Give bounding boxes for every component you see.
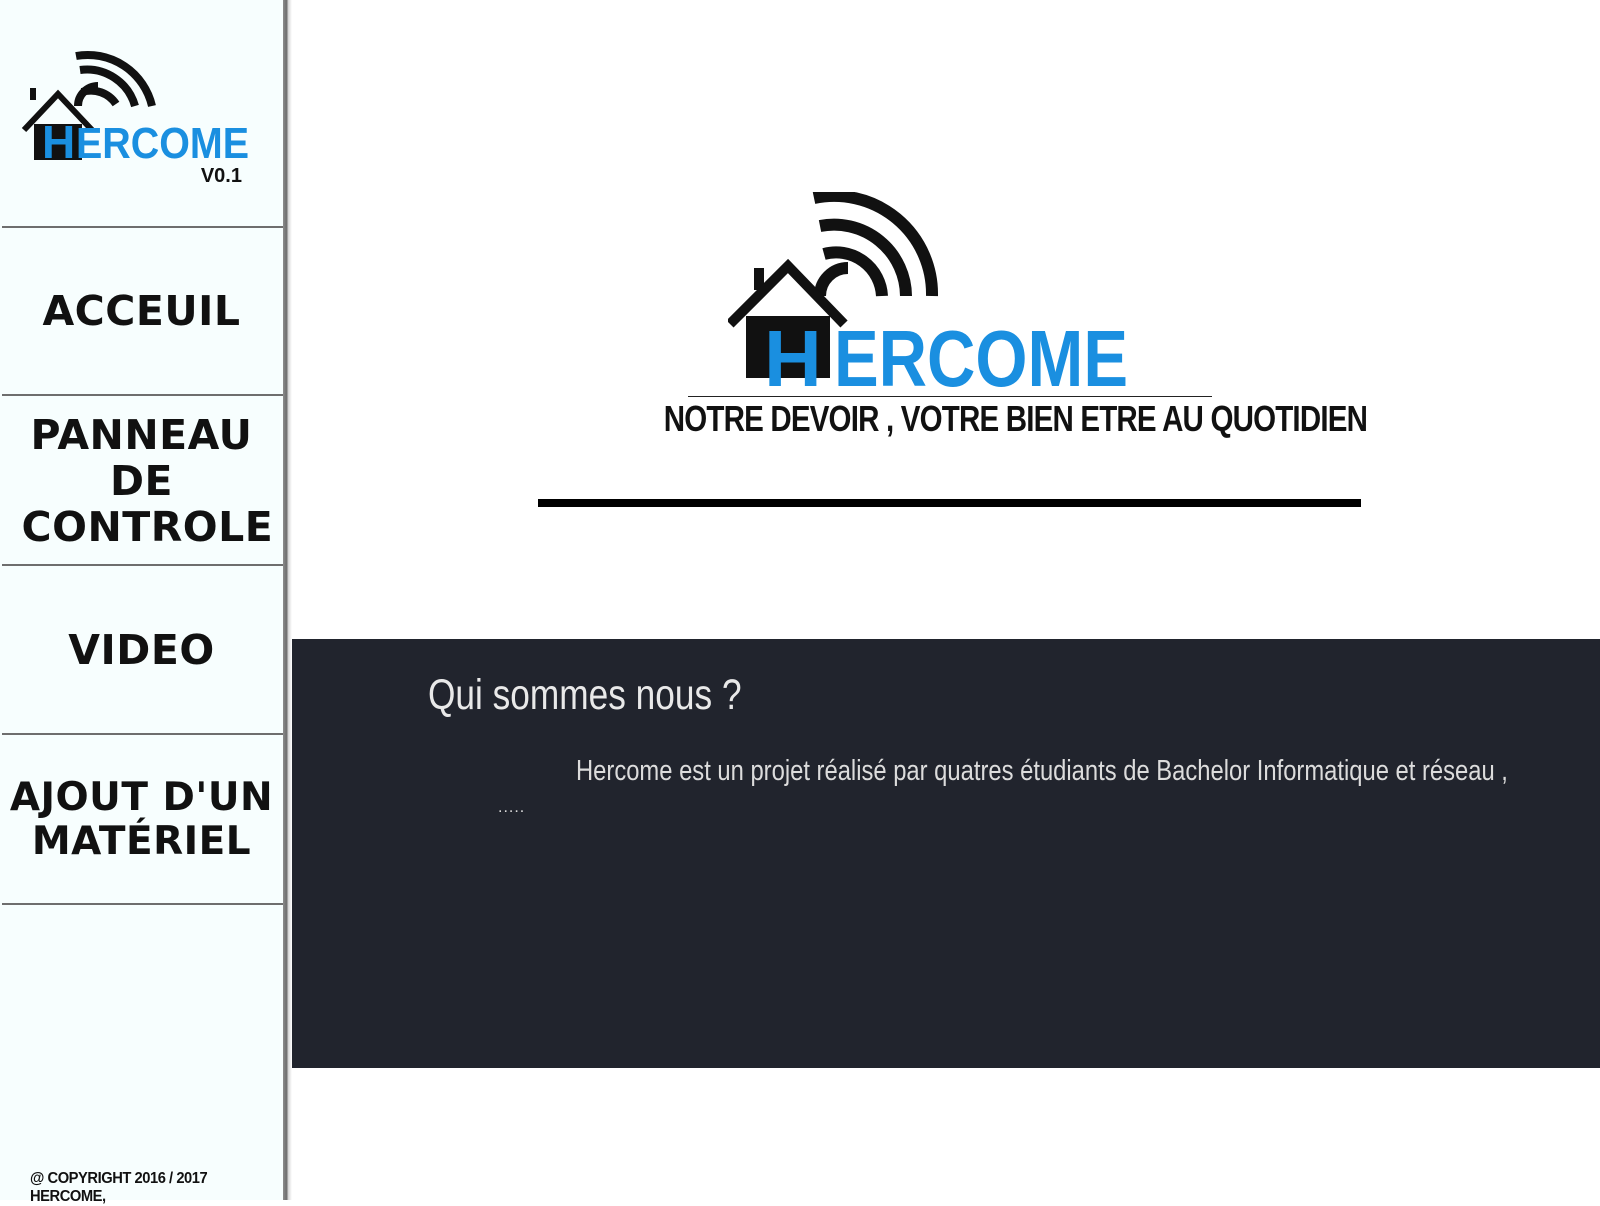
logo-letter-h: H (42, 116, 75, 168)
wifi-icon (74, 50, 156, 108)
wifi-icon (812, 192, 939, 297)
hero-logo: H ERCOME (728, 192, 1128, 398)
nav-item-label: PANNEAU DE CONTROLE (21, 410, 274, 552)
nav-divider (2, 394, 283, 396)
nav-item-accueil[interactable]: ACCEUIL (0, 229, 283, 394)
about-title: Qui sommes nous ? (428, 671, 742, 719)
hero-logo-letter-h: H (764, 314, 822, 398)
nav-divider (2, 733, 283, 735)
nav-divider (2, 226, 283, 228)
about-text: Hercome est un projet réalisé par quatre… (576, 755, 1508, 787)
hero-logo-brand-text: ERCOME (834, 314, 1128, 398)
logo-underline (688, 396, 1212, 397)
tagline: NOTRE DEVOIR , VOTRE BIEN ETRE AU QUOTID… (663, 398, 1368, 439)
nav-item-ajout-materiel[interactable]: AJOUT D'UN MATÉRIEL (0, 737, 283, 903)
nav-item-label: ACCEUIL (42, 287, 241, 336)
about-ellipsis: ..... (498, 799, 526, 816)
sidebar-logo[interactable]: H ERCOME V0.1 (20, 48, 265, 198)
nav-divider (2, 564, 283, 566)
nav-item-label: VIDEO (68, 625, 215, 674)
logo-version: V0.1 (201, 165, 242, 187)
sidebar: H ERCOME V0.1 ACCEUIL PANNEAU DE CONTROL… (0, 0, 283, 1205)
logo-brand-text: ERCOME (76, 119, 249, 168)
copyright-text: @ COPYRIGHT 2016 / 2017 HERCOME, (30, 1170, 208, 1205)
sidebar-border (283, 0, 292, 1200)
nav-item-panneau-de-controle[interactable]: PANNEAU DE CONTROLE (0, 398, 283, 564)
nav-item-video[interactable]: VIDEO (0, 567, 283, 733)
nav-item-label: AJOUT D'UN MATÉRIEL (9, 774, 274, 864)
nav-divider (2, 903, 283, 905)
hero-divider (538, 499, 1361, 507)
about-section: Qui sommes nous ? Hercome est un projet … (292, 639, 1600, 1068)
